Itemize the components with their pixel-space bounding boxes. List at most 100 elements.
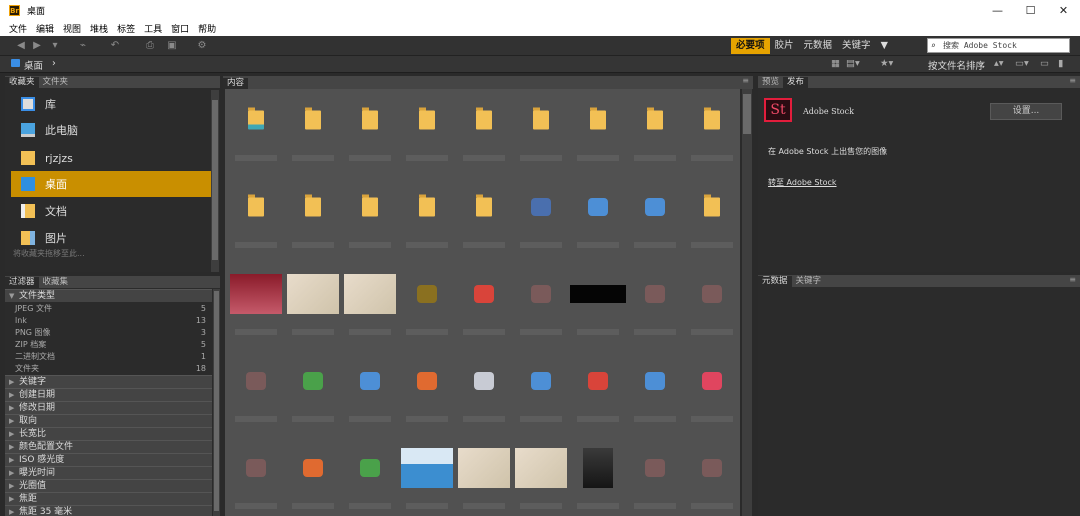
stock-search-input[interactable]: ⌕ 搜索 Adobe Stock [927,38,1070,53]
content-scrollbar[interactable] [742,89,752,516]
menu-window[interactable]: 窗口 [171,22,189,35]
content-thumbnail[interactable] [569,267,626,335]
filter-category-orientation[interactable]: ▶ 取向 [5,414,212,427]
menu-view[interactable]: 视图 [63,22,81,35]
tab-preview[interactable]: 预览 [758,77,783,88]
boomerang-icon[interactable]: ⌁ [76,39,90,52]
content-thumbnail[interactable] [341,267,398,335]
filter-category-file-type[interactable]: ▼ 文件类型 [5,289,212,302]
tab-collections[interactable]: 收藏集 [39,277,73,288]
workspace-essentials[interactable]: 必要项 [731,38,770,54]
content-thumbnail[interactable] [227,441,284,509]
content-thumbnail[interactable] [455,180,512,248]
panel-menu-icon[interactable]: ≡ [742,76,749,85]
content-thumbnail[interactable] [398,180,455,248]
sort-dropdown[interactable]: 按文件名排序 [928,58,985,72]
content-thumbnail[interactable] [341,441,398,509]
panel-menu-icon[interactable]: ≡ [1069,76,1076,85]
content-thumbnail[interactable] [683,441,740,509]
filter-category-color-profile[interactable]: ▶ 颜色配置文件 [5,440,212,453]
content-thumbnail[interactable] [227,93,284,161]
tab-content[interactable]: 内容 [223,78,249,89]
content-thumbnail[interactable] [284,441,341,509]
stock-settings-button[interactable]: 设置... [990,103,1062,120]
breadcrumb-separator[interactable]: › [52,58,56,69]
content-thumbnail[interactable] [398,441,455,509]
recent-dropdown-icon[interactable]: ▾ [48,39,62,52]
content-thumbnail[interactable] [455,441,512,509]
menu-tools[interactable]: 工具 [144,22,162,35]
content-thumbnail[interactable] [683,354,740,422]
filter-row-folder[interactable]: 文件夹 18 [15,364,210,373]
menu-edit[interactable]: 编辑 [36,22,54,35]
workspace-filmstrip[interactable]: 胶片 [770,38,799,54]
goto-stock-link[interactable]: 转至 Adobe Stock [768,177,837,188]
content-thumbnail[interactable] [284,180,341,248]
filter-category-focal35[interactable]: ▶ 焦距 35 毫米 [5,505,212,516]
tab-favorites[interactable]: 收藏夹 [5,77,39,88]
content-thumbnail[interactable] [512,441,569,509]
content-thumbnail[interactable] [398,93,455,161]
filter-category-modified[interactable]: ▶ 修改日期 [5,401,212,414]
menu-label[interactable]: 标签 [117,22,135,35]
new-folder-icon[interactable]: ▭ [1040,58,1049,69]
tab-metadata[interactable]: 元数据 [758,276,792,287]
content-thumbnail[interactable] [569,441,626,509]
camera-download-icon[interactable]: ⎙ [143,39,157,52]
minimize-button[interactable]: — [981,0,1014,21]
content-thumbnail[interactable] [569,354,626,422]
favorite-library[interactable]: 库 [11,91,214,117]
tab-folders[interactable]: 文件夹 [39,77,73,88]
content-thumbnail[interactable] [569,93,626,161]
favorites-scrollbar[interactable] [211,90,219,272]
content-thumbnail[interactable] [341,354,398,422]
review-mode-icon[interactable]: ▤▾ [846,58,860,69]
filter-row-binary[interactable]: 二进制文档 1 [15,352,210,361]
filter-category-iso[interactable]: ▶ ISO 感光度 [5,453,212,466]
filter-row-jpeg[interactable]: JPEG 文件 5 [15,304,210,313]
delete-icon[interactable]: ▮ [1058,58,1063,69]
content-thumbnail[interactable] [227,354,284,422]
content-thumbnail[interactable] [284,267,341,335]
rotate-icon[interactable]: ↶ [108,39,122,52]
favorite-desktop[interactable]: 桌面 [11,171,214,197]
content-thumbnail[interactable] [512,267,569,335]
content-thumbnail[interactable] [683,180,740,248]
star-filter-icon[interactable]: ★▾ [880,58,893,69]
filter-category-exposure[interactable]: ▶ 曝光时间 [5,466,212,479]
filter-category-focal[interactable]: ▶ 焦距 [5,492,212,505]
content-thumbnail[interactable] [284,93,341,161]
content-thumbnail[interactable] [455,354,512,422]
close-button[interactable]: ✕ [1047,0,1080,21]
forward-arrow-icon[interactable]: ▶ [30,39,44,52]
content-thumbnail[interactable] [626,441,683,509]
content-thumbnail[interactable] [341,180,398,248]
filter-category-aperture[interactable]: ▶ 光圈值 [5,479,212,492]
workspace-keywords[interactable]: 关键字 [837,38,876,54]
breadcrumb-desktop[interactable]: 桌面 [24,58,43,72]
content-thumbnail[interactable] [341,93,398,161]
panel-menu-icon[interactable]: ≡ [1069,275,1076,284]
favorite-rjzjzs[interactable]: rjzjzs [11,145,214,171]
content-thumbnail[interactable] [626,267,683,335]
content-thumbnail[interactable] [626,180,683,248]
content-thumbnail[interactable] [455,267,512,335]
filter-scrollbar[interactable] [213,289,220,516]
filter-row-png[interactable]: PNG 图像 3 [15,328,210,337]
workspace-menu-chevron-icon[interactable]: ▼ [876,38,893,54]
open-recent-folder-icon[interactable]: ▭▾ [1015,58,1029,69]
content-thumbnail[interactable] [284,354,341,422]
content-thumbnail[interactable] [626,354,683,422]
filter-row-lnk[interactable]: lnk 13 [15,316,210,325]
filter-category-created[interactable]: ▶ 创建日期 [5,388,212,401]
thumbnail-quality-icon[interactable]: ▦ [831,58,840,69]
tab-publish[interactable]: 发布 [783,77,809,88]
refine-icon[interactable]: ▣ [165,39,179,52]
filter-category-keywords[interactable]: ▶ 关键字 [5,375,212,388]
maximize-button[interactable]: ☐ [1014,0,1047,21]
filter-row-zip[interactable]: ZIP 档案 5 [15,340,210,349]
favorite-this-pc[interactable]: 此电脑 [11,117,214,143]
content-thumbnail[interactable] [512,180,569,248]
content-thumbnail[interactable] [398,267,455,335]
settings-gear-icon[interactable]: ⚙ [195,39,209,52]
